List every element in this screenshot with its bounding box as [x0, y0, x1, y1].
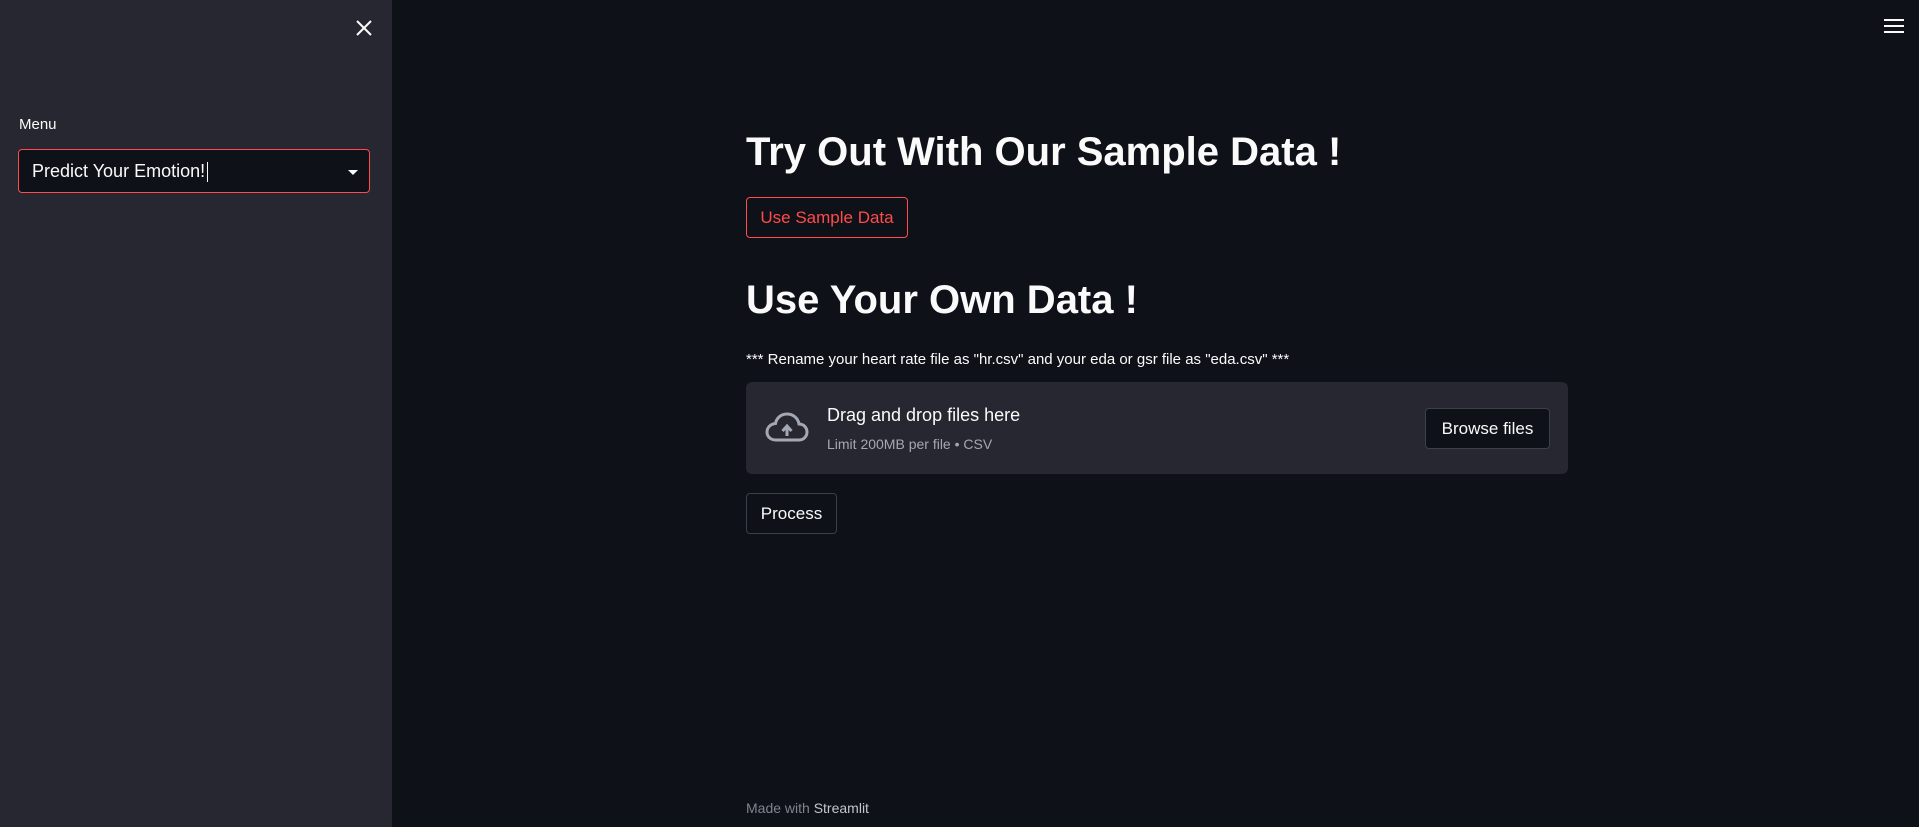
menu-select[interactable]: Predict Your Emotion!	[18, 149, 370, 193]
rename-note: *** Rename your heart rate file as "hr.c…	[746, 351, 1290, 368]
footer: Made with Streamlit	[746, 800, 869, 816]
streamlit-link[interactable]: Streamlit	[814, 800, 869, 816]
upload-limit: Limit 200MB per file • CSV	[827, 436, 993, 452]
menu-select-value-wrap: Predict Your Emotion!	[32, 161, 209, 183]
chevron-down-icon[interactable]	[348, 170, 358, 175]
hamburger-line	[1884, 25, 1904, 27]
hamburger-menu-icon[interactable]	[1884, 19, 1904, 35]
text-cursor	[207, 162, 209, 183]
cloud-upload-icon	[765, 412, 809, 442]
own-data-heading: Use Your Own Data !	[746, 278, 1138, 322]
sidebar: Menu Predict Your Emotion!	[0, 0, 392, 827]
close-icon[interactable]	[352, 16, 376, 40]
upload-title: Drag and drop files here	[827, 405, 1021, 425]
browse-files-button[interactable]: Browse files	[1425, 408, 1550, 449]
use-sample-data-button[interactable]: Use Sample Data	[746, 197, 908, 238]
footer-made-with: Made with	[746, 800, 810, 816]
process-button[interactable]: Process	[746, 493, 837, 534]
menu-label: Menu	[19, 116, 57, 133]
file-uploader-dropzone[interactable]: Drag and drop files here Limit 200MB per…	[746, 382, 1568, 474]
hamburger-line	[1884, 19, 1904, 21]
menu-select-value: Predict Your Emotion!	[32, 161, 206, 181]
hamburger-line	[1884, 31, 1904, 33]
app-root: Menu Predict Your Emotion! Try Out With …	[0, 0, 1919, 827]
sample-data-heading: Try Out With Our Sample Data !	[746, 130, 1342, 174]
